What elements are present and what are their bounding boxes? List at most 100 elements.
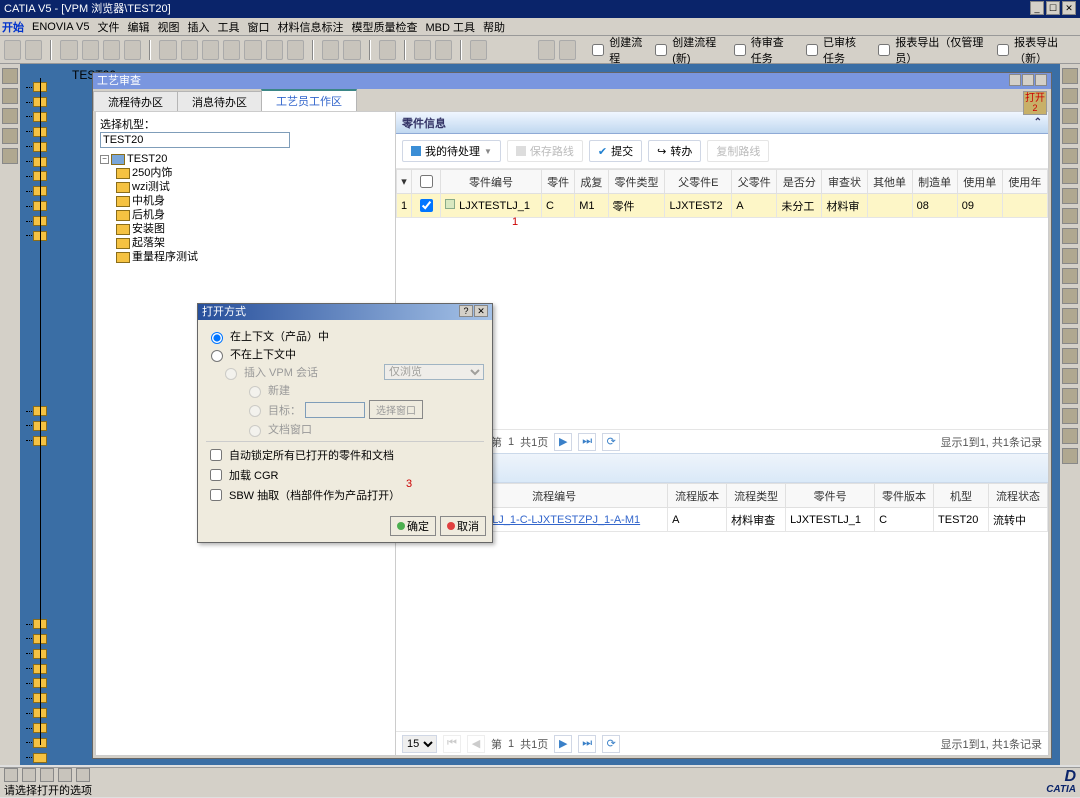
side-icon[interactable] <box>1062 268 1078 284</box>
side-icon[interactable] <box>1062 248 1078 264</box>
tool-icon[interactable] <box>379 40 396 60</box>
row-checkbox[interactable] <box>420 199 433 212</box>
spec-node[interactable] <box>26 154 90 169</box>
spec-node[interactable] <box>26 228 90 243</box>
side-icon[interactable] <box>1062 368 1078 384</box>
tool-icon[interactable] <box>470 40 487 60</box>
check-load-cgr[interactable] <box>210 469 222 481</box>
minimize-button[interactable]: _ <box>1030 1 1044 15</box>
status-icon[interactable] <box>4 768 18 782</box>
btn-forward[interactable]: ↪转办 <box>648 140 701 162</box>
table-row[interactable]: 1 LJXTESTLJ_1 C M1 零件 LJXTEST2 A 未分工 材料审… <box>397 194 1048 218</box>
tool-icon[interactable] <box>343 40 360 60</box>
spec-node[interactable] <box>26 433 90 448</box>
side-icon[interactable] <box>2 68 18 84</box>
side-icon[interactable] <box>1062 188 1078 204</box>
side-icon[interactable] <box>1062 108 1078 124</box>
menu-help[interactable]: 帮助 <box>483 19 505 35</box>
select-all-checkbox[interactable] <box>420 175 433 188</box>
side-icon[interactable] <box>2 108 18 124</box>
tool-icon[interactable] <box>244 40 261 60</box>
tab-worker[interactable]: 工艺员工作区 <box>261 89 357 111</box>
tool-icon[interactable] <box>159 40 176 60</box>
spec-node[interactable] <box>26 184 90 199</box>
dialog-help-button[interactable]: ? <box>459 305 473 317</box>
tool-icon[interactable] <box>538 40 555 60</box>
tool-icon[interactable] <box>287 40 304 60</box>
status-icon[interactable] <box>58 768 72 782</box>
tab-msg-todo[interactable]: 消息待办区 <box>177 91 262 111</box>
cancel-button[interactable]: 取消 <box>440 516 486 536</box>
side-icon[interactable] <box>1062 448 1078 464</box>
select-model-input[interactable] <box>100 132 290 148</box>
side-icon[interactable] <box>1062 288 1078 304</box>
tool-icon[interactable] <box>82 40 99 60</box>
pager-reload[interactable]: ⟳ <box>602 433 620 451</box>
side-icon[interactable] <box>2 148 18 164</box>
side-icon[interactable] <box>1062 328 1078 344</box>
menu-mbd[interactable]: MBD 工具 <box>425 19 475 35</box>
open-button[interactable]: 打开2 <box>1023 91 1047 115</box>
spec-node[interactable] <box>26 419 90 434</box>
radio-in-context[interactable] <box>211 332 223 344</box>
menu-tools[interactable]: 工具 <box>217 19 239 35</box>
check-report-new[interactable]: 报表导出（新） <box>993 34 1076 66</box>
tool-icon[interactable] <box>181 40 198 60</box>
menu-edit[interactable]: 编辑 <box>127 19 149 35</box>
side-icon[interactable] <box>1062 148 1078 164</box>
side-icon[interactable] <box>1062 428 1078 444</box>
status-icon[interactable] <box>76 768 90 782</box>
maximize-button[interactable]: ☐ <box>1046 1 1060 15</box>
table-row[interactable]: 1 LJXTESTLJ_1-C-LJXTESTZPJ_1-A-M1 A 材料审查… <box>397 508 1048 532</box>
spec-node[interactable] <box>26 661 90 676</box>
spec-node[interactable] <box>26 95 90 110</box>
check-pending-review[interactable]: 待审查任务 <box>730 34 794 66</box>
tool-icon[interactable] <box>103 40 120 60</box>
tool-icon[interactable] <box>4 40 21 60</box>
menu-insert[interactable]: 插入 <box>187 19 209 35</box>
tree-item[interactable]: wzi测试 <box>100 180 391 194</box>
side-icon[interactable] <box>2 88 18 104</box>
tree-item[interactable]: 250内饰 <box>100 166 391 180</box>
side-icon[interactable] <box>1062 408 1078 424</box>
tab-flow-todo[interactable]: 流程待办区 <box>93 91 178 111</box>
tool-icon[interactable] <box>559 40 576 60</box>
inner-min-button[interactable] <box>1009 74 1021 86</box>
menu-material[interactable]: 材料信息标注 <box>277 19 343 35</box>
tree-item[interactable]: 中机身 <box>100 194 391 208</box>
btn-submit[interactable]: ✔提交 <box>589 140 642 162</box>
menu-window[interactable]: 窗口 <box>247 19 269 35</box>
tool-icon[interactable] <box>202 40 219 60</box>
inner-close-button[interactable] <box>1035 74 1047 86</box>
pager-next[interactable]: ▶ <box>554 433 572 451</box>
tree-item[interactable]: 重量程序测试 <box>100 250 391 264</box>
spec-node[interactable] <box>26 110 90 125</box>
spec-node[interactable] <box>26 750 90 765</box>
spec-node[interactable] <box>26 169 90 184</box>
page-size-select[interactable]: 15 <box>402 735 437 753</box>
spec-node[interactable] <box>26 199 90 214</box>
pager-prev[interactable]: ◀ <box>467 735 485 753</box>
side-icon[interactable] <box>1062 388 1078 404</box>
pager-reload[interactable]: ⟳ <box>602 735 620 753</box>
pager-next[interactable]: ▶ <box>554 735 572 753</box>
menu-file[interactable]: 文件 <box>97 19 119 35</box>
side-icon[interactable] <box>1062 308 1078 324</box>
tool-icon[interactable] <box>322 40 339 60</box>
tool-icon[interactable] <box>25 40 42 60</box>
tree-item[interactable]: 后机身 <box>100 208 391 222</box>
tool-icon[interactable] <box>60 40 77 60</box>
side-icon[interactable] <box>1062 228 1078 244</box>
spec-node[interactable] <box>26 676 90 691</box>
pager-first[interactable]: ⏮ <box>443 735 461 753</box>
btn-my-pending[interactable]: 我的待处理▼ <box>402 140 501 162</box>
side-icon[interactable] <box>1062 168 1078 184</box>
spec-node[interactable] <box>26 617 90 632</box>
check-sbw-extract[interactable] <box>210 489 222 501</box>
pager-last[interactable]: ⏭ <box>578 735 596 753</box>
side-icon[interactable] <box>1062 348 1078 364</box>
side-icon[interactable] <box>1062 128 1078 144</box>
pager-last[interactable]: ⏭ <box>578 433 596 451</box>
dialog-close-button[interactable]: ✕ <box>474 305 488 317</box>
menu-enovia[interactable]: ENOVIA V5 <box>32 21 89 33</box>
